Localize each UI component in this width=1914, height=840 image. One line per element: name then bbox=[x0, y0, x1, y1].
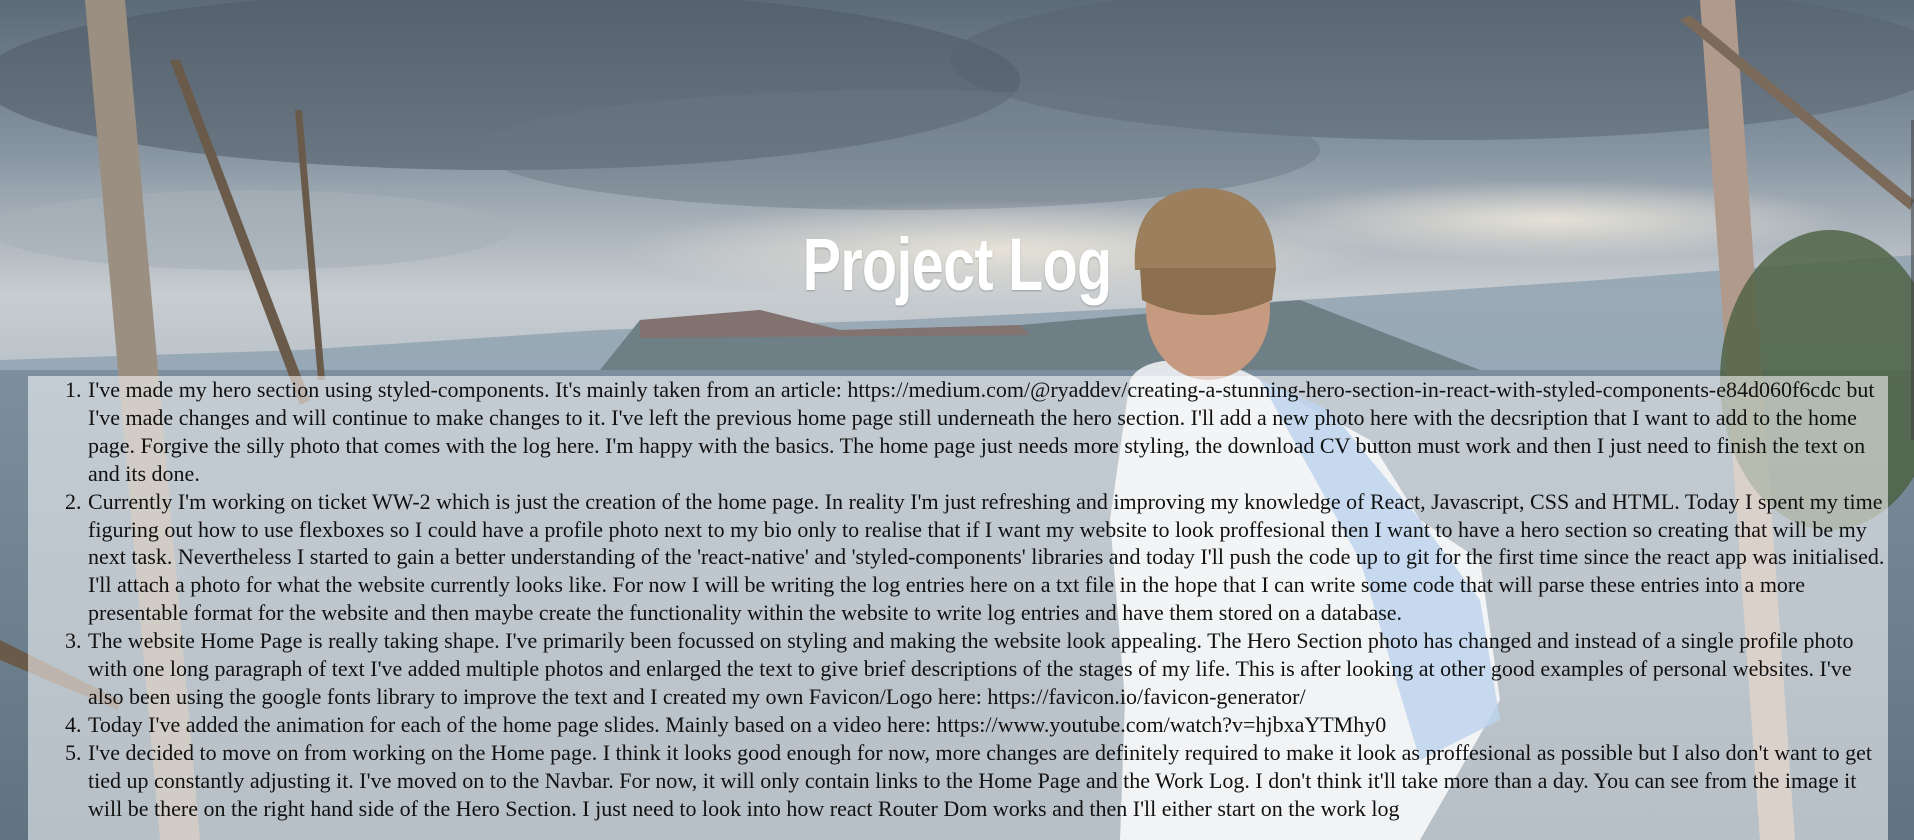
log-entry-2: Currently I'm working on ticket WW-2 whi… bbox=[87, 488, 1888, 628]
project-log-list: I've made my hero section using styled-c… bbox=[28, 376, 1888, 823]
log-entry-4: Today I've added the animation for each … bbox=[87, 711, 1888, 739]
log-entry-3: The website Home Page is really taking s… bbox=[87, 627, 1888, 711]
log-entry-1: I've made my hero section using styled-c… bbox=[87, 376, 1888, 488]
page-title: Project Log bbox=[802, 223, 1113, 306]
project-log-panel[interactable]: I've made my hero section using styled-c… bbox=[28, 376, 1888, 840]
log-entry-5: I've decided to move on from working on … bbox=[87, 739, 1888, 823]
